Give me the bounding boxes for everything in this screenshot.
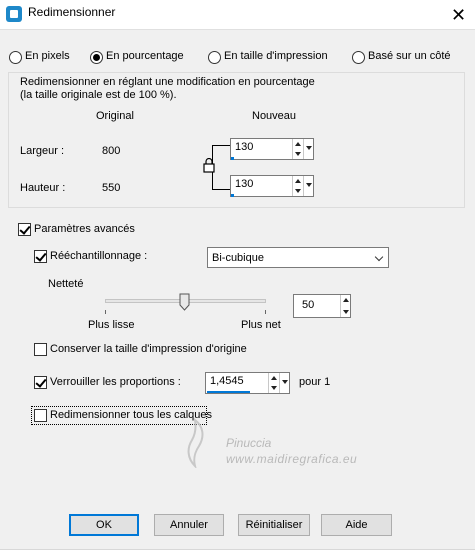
width-original-value: 800 — [102, 145, 121, 157]
width-spinner[interactable] — [292, 139, 302, 159]
watermark-logo — [187, 418, 204, 468]
radio-pixels-label[interactable]: En pixels — [25, 50, 70, 62]
group-description-line2: (la taille originale est de 100 %). — [20, 89, 177, 101]
radio-print-size[interactable] — [208, 51, 221, 64]
keep-print-size-checkbox[interactable] — [34, 343, 47, 356]
sharpness-value: 50 — [302, 299, 315, 311]
advanced-label[interactable]: Paramètres avancés — [34, 223, 135, 235]
radio-pixels[interactable] — [9, 51, 22, 64]
app-icon — [6, 6, 22, 22]
watermark-line1: Pinuccia — [226, 436, 272, 450]
keep-print-size-label[interactable]: Conserver la taille d'impression d'origi… — [50, 343, 247, 355]
window-title: Redimensionner — [28, 5, 116, 19]
title-bar: Redimensionner ✕ — [0, 0, 475, 30]
ratio-suffix: pour 1 — [299, 376, 331, 388]
radio-percentage[interactable] — [90, 51, 103, 64]
sharpness-input[interactable]: 50 — [293, 294, 351, 318]
sharpness-label: Netteté — [48, 278, 84, 290]
width-new-input[interactable]: 130 — [230, 138, 314, 160]
advanced-checkbox[interactable] — [18, 223, 31, 236]
radio-print-size-label[interactable]: En taille d'impression — [224, 50, 328, 62]
group-description-line1: Redimensionner en réglant une modificati… — [20, 76, 315, 88]
column-original-header: Original — [96, 110, 134, 122]
sharpness-spinner[interactable] — [340, 295, 350, 317]
resample-label[interactable]: Rééchantillonnage : — [50, 250, 147, 262]
reset-button[interactable]: Réinitialiser — [238, 514, 310, 536]
lock-ratio-label[interactable]: Verrouiller les proportions : — [50, 376, 181, 388]
height-label: Hauteur : — [20, 182, 66, 194]
sharpness-slider-thumb[interactable] — [179, 293, 190, 311]
ok-button[interactable]: OK — [69, 514, 139, 536]
slider-tick-max — [265, 310, 266, 314]
status-strip — [0, 549, 475, 559]
sharpness-max-label: Plus net — [241, 319, 281, 331]
width-dropdown-button[interactable] — [303, 139, 313, 159]
sharpness-min-label: Plus lisse — [88, 319, 135, 331]
radio-one-side[interactable] — [352, 51, 365, 64]
close-icon[interactable]: ✕ — [442, 0, 475, 30]
ratio-focus-underline — [207, 391, 250, 393]
help-button[interactable]: Aide — [321, 514, 392, 536]
resample-method-select[interactable]: Bi-cubique — [207, 247, 389, 268]
height-new-input[interactable]: 130 — [230, 175, 314, 197]
height-dropdown-button[interactable] — [303, 176, 313, 196]
lock-icon[interactable] — [203, 158, 215, 173]
height-original-value: 550 — [102, 182, 121, 194]
ratio-value: 1,4545 — [210, 375, 244, 387]
width-focus-marker — [231, 157, 234, 160]
chevron-down-icon — [374, 252, 384, 262]
ratio-dropdown-button[interactable] — [279, 373, 289, 393]
width-label: Largeur : — [20, 145, 65, 157]
height-focus-marker — [231, 194, 234, 197]
column-new-header: Nouveau — [252, 110, 297, 122]
resize-all-layers-checkbox[interactable] — [34, 409, 47, 422]
radio-percentage-label[interactable]: En pourcentage — [106, 50, 184, 62]
slider-tick-min — [105, 310, 106, 314]
ratio-spinner[interactable] — [268, 373, 278, 393]
width-new-value: 130 — [235, 141, 254, 153]
height-new-value: 130 — [235, 178, 254, 190]
height-spinner[interactable] — [292, 176, 302, 196]
lock-ratio-checkbox[interactable] — [34, 376, 47, 389]
cancel-button[interactable]: Annuler — [154, 514, 224, 536]
watermark-line2: www.maidiregrafica.eu — [226, 452, 358, 466]
resample-checkbox[interactable] — [34, 250, 47, 263]
radio-one-side-label[interactable]: Basé sur un côté — [368, 50, 451, 62]
resample-method-value: Bi-cubique — [212, 252, 264, 264]
